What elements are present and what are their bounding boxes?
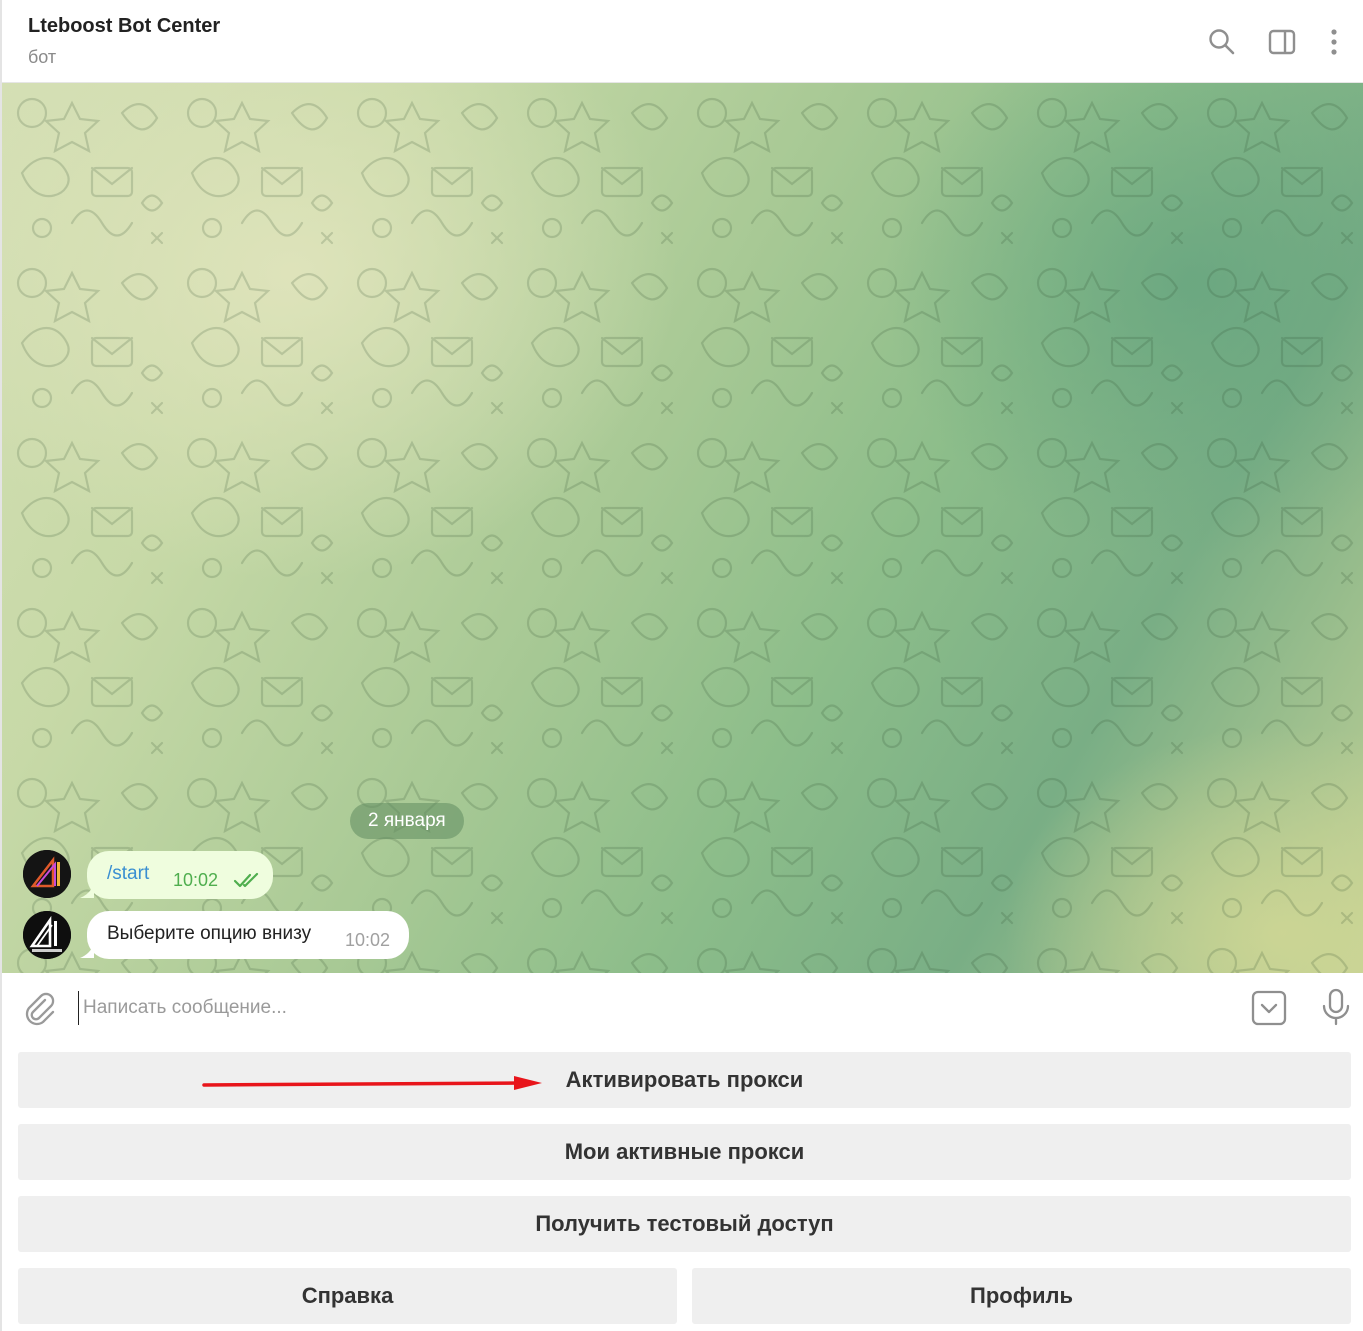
date-separator: 2 января <box>350 803 464 839</box>
my-active-proxies-button[interactable]: Мои активные прокси <box>18 1124 1351 1180</box>
message-text: Выберите опцию внизу <box>107 923 312 944</box>
search-icon[interactable] <box>1206 26 1238 58</box>
chat-header: Lteboost Bot Center бот <box>2 0 1363 83</box>
message-time: 10:02 <box>173 870 219 890</box>
message-bubble-incoming[interactable]: Выберите опцию внизу 10:02 <box>87 911 409 959</box>
get-test-access-button[interactable]: Получить тестовый доступ <box>18 1196 1351 1252</box>
message-text[interactable]: /start <box>107 863 149 885</box>
microphone-icon[interactable] <box>1318 987 1354 1027</box>
message-composer <box>2 973 1363 1043</box>
avatar[interactable] <box>23 911 71 959</box>
double-check-icon <box>233 872 259 888</box>
bot-keyboard-toggle-icon[interactable] <box>1250 989 1288 1027</box>
doodle-pattern-background <box>2 83 1363 973</box>
profile-button[interactable]: Профиль <box>692 1268 1351 1324</box>
message-bubble-outgoing[interactable]: /start 10:02 <box>87 851 273 899</box>
chat-area[interactable]: 2 января /start 10:02 Выберите опцию вни… <box>2 83 1363 973</box>
sidebar-toggle-icon[interactable] <box>1266 26 1298 58</box>
avatar[interactable] <box>23 850 71 898</box>
bot-reply-keyboard: Активировать прокси Мои активные прокси … <box>2 1043 1363 1331</box>
paperclip-icon[interactable] <box>22 991 58 1027</box>
message-time: 10:02 <box>345 930 391 950</box>
message-input[interactable] <box>78 991 1218 1025</box>
chat-subtitle: бот <box>28 47 57 67</box>
help-button[interactable]: Справка <box>18 1268 677 1324</box>
chat-title[interactable]: Lteboost Bot Center <box>28 15 220 38</box>
telegram-chat-window: Lteboost Bot Center бот 2 января /start … <box>0 0 1363 1331</box>
annotation-arrow <box>202 1076 542 1090</box>
more-vertical-icon[interactable] <box>1318 26 1350 58</box>
